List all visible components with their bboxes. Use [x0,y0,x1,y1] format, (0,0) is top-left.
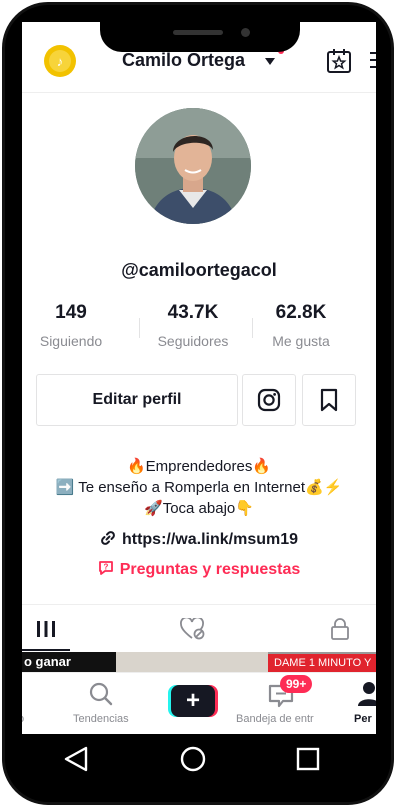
active-tab-indicator [22,649,70,651]
grid-icon[interactable] [36,619,56,639]
bio-link[interactable]: https://wa.link/msum19 [22,530,376,549]
bio-line: 🔥Emprendedores🔥 [126,458,272,475]
nav-item-profile[interactable]: Per [354,713,372,725]
bottom-nav: o Tendencias + 99+ Bandeja de entr Per [22,672,376,734]
stat-likes[interactable]: 62.8K Me gusta [246,302,356,349]
recents-icon[interactable] [296,747,320,771]
link-icon [101,531,115,545]
stat-value: 43.7K [167,302,219,323]
instagram-icon [257,388,281,412]
stat-following[interactable]: 149 Siguiendo [22,302,126,349]
stat-value: 149 [55,302,87,323]
avatar[interactable] [135,108,251,224]
qa-text: Preguntas y respuestas [119,561,301,578]
question-bubble-icon: ? [98,561,113,575]
bio-line: ➡️ Te enseño a Romperla en Internet💰⚡ [55,479,343,496]
favorites-button[interactable] [302,374,356,426]
stat-value: 62.8K [275,302,327,323]
stat-followers[interactable]: 43.7K Seguidores [138,302,248,349]
screen: ♪ Camilo Ortega @camiloortegacol 149 Sig… [22,22,376,734]
video-thumbnail[interactable]: DAME 1 MINUTO Y [268,654,376,672]
link-text: https://wa.link/msum19 [121,531,299,548]
stat-label: Seguidores [157,333,229,349]
profile-icon[interactable] [357,681,376,707]
profile-handle: @camiloortegacol [121,260,277,280]
nav-item-inbox[interactable]: Bandeja de entr [236,713,314,725]
nav-item-home[interactable]: o [22,713,24,725]
create-button[interactable]: + [168,685,218,717]
instagram-button[interactable] [242,374,296,426]
bookmark-icon [320,388,338,412]
video-thumbnail[interactable]: o ganar [22,652,118,672]
bio-line: 🚀Toca abajo👇 [144,500,254,517]
plus-icon: + [171,685,215,717]
phone-notch [100,14,300,52]
chevron-down-icon[interactable] [265,58,275,65]
back-icon[interactable] [64,746,88,772]
search-icon[interactable] [88,681,114,707]
content-tabs [22,604,376,653]
username-title[interactable]: Camilo Ortega [122,50,245,71]
svg-text:?: ? [103,563,108,572]
inbox-badge: 99+ [280,675,313,693]
lock-icon[interactable] [330,617,350,641]
nav-item-discover[interactable]: Tendencias [73,713,129,725]
stat-label: Siguiendo [39,333,103,349]
home-circle-icon[interactable] [180,746,206,772]
liked-hidden-icon[interactable] [180,618,206,640]
menu-icon[interactable] [370,52,376,73]
stat-label: Me gusta [272,333,330,349]
qa-link[interactable]: ? Preguntas y respuestas [22,560,376,579]
calendar-star-icon[interactable] [326,48,352,74]
android-nav-bar [22,734,376,786]
coin-icon[interactable]: ♪ [44,45,76,77]
edit-profile-button[interactable]: Editar perfil [36,374,238,426]
